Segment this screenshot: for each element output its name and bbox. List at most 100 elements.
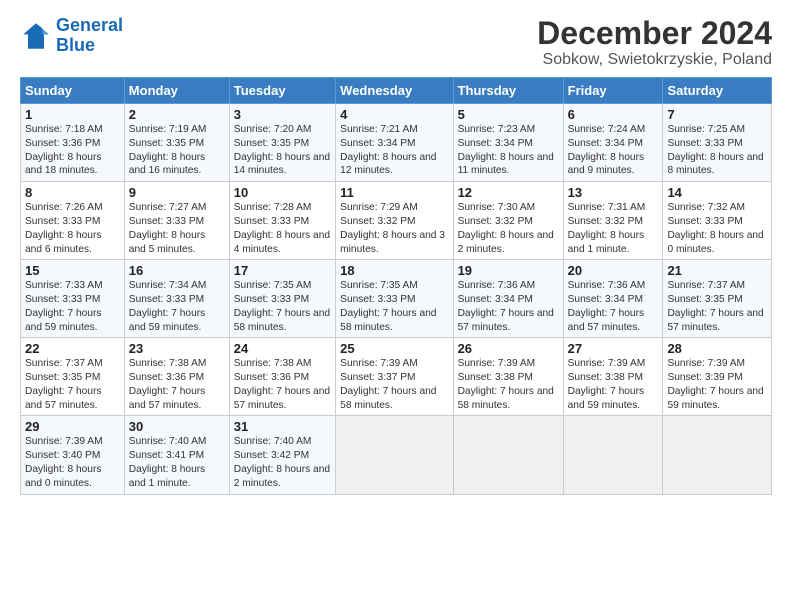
day-number: 24 — [234, 341, 331, 356]
weekday-header-wednesday: Wednesday — [336, 78, 453, 104]
day-number: 2 — [129, 107, 225, 122]
day-number: 6 — [568, 107, 659, 122]
logo-icon — [20, 20, 52, 52]
day-cell: 7Sunrise: 7:25 AM Sunset: 3:33 PM Daylig… — [663, 104, 772, 182]
day-cell: 9Sunrise: 7:27 AM Sunset: 3:33 PM Daylig… — [124, 182, 229, 260]
day-info: Sunrise: 7:29 AM Sunset: 3:32 PM Dayligh… — [340, 201, 448, 256]
day-number: 16 — [129, 263, 225, 278]
main-title: December 2024 — [537, 16, 772, 51]
day-number: 15 — [25, 263, 120, 278]
day-cell: 11Sunrise: 7:29 AM Sunset: 3:32 PM Dayli… — [336, 182, 453, 260]
day-cell: 2Sunrise: 7:19 AM Sunset: 3:35 PM Daylig… — [124, 104, 229, 182]
day-info: Sunrise: 7:31 AM Sunset: 3:32 PM Dayligh… — [568, 201, 659, 256]
day-info: Sunrise: 7:23 AM Sunset: 3:34 PM Dayligh… — [458, 123, 559, 178]
day-info: Sunrise: 7:39 AM Sunset: 3:38 PM Dayligh… — [458, 357, 559, 412]
logo: General Blue — [20, 16, 123, 56]
day-cell: 29Sunrise: 7:39 AM Sunset: 3:40 PM Dayli… — [21, 416, 125, 494]
day-number: 12 — [458, 185, 559, 200]
day-cell: 24Sunrise: 7:38 AM Sunset: 3:36 PM Dayli… — [229, 338, 335, 416]
day-number: 5 — [458, 107, 559, 122]
weekday-header-saturday: Saturday — [663, 78, 772, 104]
weekday-header-row: SundayMondayTuesdayWednesdayThursdayFrid… — [21, 78, 772, 104]
day-cell: 13Sunrise: 7:31 AM Sunset: 3:32 PM Dayli… — [563, 182, 663, 260]
day-info: Sunrise: 7:40 AM Sunset: 3:41 PM Dayligh… — [129, 435, 225, 490]
day-info: Sunrise: 7:36 AM Sunset: 3:34 PM Dayligh… — [458, 279, 559, 334]
day-info: Sunrise: 7:39 AM Sunset: 3:37 PM Dayligh… — [340, 357, 448, 412]
week-row-1: 1Sunrise: 7:18 AM Sunset: 3:36 PM Daylig… — [21, 104, 772, 182]
day-cell: 15Sunrise: 7:33 AM Sunset: 3:33 PM Dayli… — [21, 260, 125, 338]
day-cell: 20Sunrise: 7:36 AM Sunset: 3:34 PM Dayli… — [563, 260, 663, 338]
day-cell: 19Sunrise: 7:36 AM Sunset: 3:34 PM Dayli… — [453, 260, 563, 338]
day-cell: 5Sunrise: 7:23 AM Sunset: 3:34 PM Daylig… — [453, 104, 563, 182]
day-number: 30 — [129, 419, 225, 434]
day-number: 7 — [667, 107, 767, 122]
week-row-3: 15Sunrise: 7:33 AM Sunset: 3:33 PM Dayli… — [21, 260, 772, 338]
day-info: Sunrise: 7:35 AM Sunset: 3:33 PM Dayligh… — [340, 279, 448, 334]
day-cell — [453, 416, 563, 494]
day-cell: 4Sunrise: 7:21 AM Sunset: 3:34 PM Daylig… — [336, 104, 453, 182]
day-info: Sunrise: 7:35 AM Sunset: 3:33 PM Dayligh… — [234, 279, 331, 334]
day-info: Sunrise: 7:39 AM Sunset: 3:39 PM Dayligh… — [667, 357, 767, 412]
logo-blue: Blue — [56, 35, 95, 55]
day-info: Sunrise: 7:37 AM Sunset: 3:35 PM Dayligh… — [25, 357, 120, 412]
day-cell: 22Sunrise: 7:37 AM Sunset: 3:35 PM Dayli… — [21, 338, 125, 416]
day-info: Sunrise: 7:36 AM Sunset: 3:34 PM Dayligh… — [568, 279, 659, 334]
day-info: Sunrise: 7:27 AM Sunset: 3:33 PM Dayligh… — [129, 201, 225, 256]
day-cell — [563, 416, 663, 494]
calendar-table: SundayMondayTuesdayWednesdayThursdayFrid… — [20, 77, 772, 494]
day-info: Sunrise: 7:18 AM Sunset: 3:36 PM Dayligh… — [25, 123, 120, 178]
week-row-5: 29Sunrise: 7:39 AM Sunset: 3:40 PM Dayli… — [21, 416, 772, 494]
day-number: 9 — [129, 185, 225, 200]
day-cell: 12Sunrise: 7:30 AM Sunset: 3:32 PM Dayli… — [453, 182, 563, 260]
title-block: December 2024 Sobkow, Swietokrzyskie, Po… — [537, 16, 772, 69]
day-info: Sunrise: 7:30 AM Sunset: 3:32 PM Dayligh… — [458, 201, 559, 256]
day-cell: 25Sunrise: 7:39 AM Sunset: 3:37 PM Dayli… — [336, 338, 453, 416]
day-info: Sunrise: 7:25 AM Sunset: 3:33 PM Dayligh… — [667, 123, 767, 178]
day-info: Sunrise: 7:24 AM Sunset: 3:34 PM Dayligh… — [568, 123, 659, 178]
day-info: Sunrise: 7:21 AM Sunset: 3:34 PM Dayligh… — [340, 123, 448, 178]
day-cell: 23Sunrise: 7:38 AM Sunset: 3:36 PM Dayli… — [124, 338, 229, 416]
day-cell: 17Sunrise: 7:35 AM Sunset: 3:33 PM Dayli… — [229, 260, 335, 338]
day-number: 22 — [25, 341, 120, 356]
logo-text: General Blue — [56, 16, 123, 56]
day-info: Sunrise: 7:26 AM Sunset: 3:33 PM Dayligh… — [25, 201, 120, 256]
weekday-header-thursday: Thursday — [453, 78, 563, 104]
day-cell — [663, 416, 772, 494]
day-info: Sunrise: 7:28 AM Sunset: 3:33 PM Dayligh… — [234, 201, 331, 256]
weekday-header-tuesday: Tuesday — [229, 78, 335, 104]
day-info: Sunrise: 7:37 AM Sunset: 3:35 PM Dayligh… — [667, 279, 767, 334]
day-cell: 8Sunrise: 7:26 AM Sunset: 3:33 PM Daylig… — [21, 182, 125, 260]
day-number: 28 — [667, 341, 767, 356]
week-row-2: 8Sunrise: 7:26 AM Sunset: 3:33 PM Daylig… — [21, 182, 772, 260]
day-cell: 28Sunrise: 7:39 AM Sunset: 3:39 PM Dayli… — [663, 338, 772, 416]
header: General Blue December 2024 Sobkow, Swiet… — [20, 16, 772, 69]
day-number: 31 — [234, 419, 331, 434]
day-info: Sunrise: 7:20 AM Sunset: 3:35 PM Dayligh… — [234, 123, 331, 178]
day-number: 20 — [568, 263, 659, 278]
week-row-4: 22Sunrise: 7:37 AM Sunset: 3:35 PM Dayli… — [21, 338, 772, 416]
day-number: 1 — [25, 107, 120, 122]
day-number: 4 — [340, 107, 448, 122]
day-number: 18 — [340, 263, 448, 278]
day-cell: 18Sunrise: 7:35 AM Sunset: 3:33 PM Dayli… — [336, 260, 453, 338]
subtitle: Sobkow, Swietokrzyskie, Poland — [537, 51, 772, 69]
day-info: Sunrise: 7:34 AM Sunset: 3:33 PM Dayligh… — [129, 279, 225, 334]
day-info: Sunrise: 7:33 AM Sunset: 3:33 PM Dayligh… — [25, 279, 120, 334]
day-number: 14 — [667, 185, 767, 200]
day-number: 25 — [340, 341, 448, 356]
day-cell: 10Sunrise: 7:28 AM Sunset: 3:33 PM Dayli… — [229, 182, 335, 260]
day-number: 23 — [129, 341, 225, 356]
day-info: Sunrise: 7:38 AM Sunset: 3:36 PM Dayligh… — [234, 357, 331, 412]
day-number: 17 — [234, 263, 331, 278]
logo-general: General — [56, 15, 123, 35]
day-info: Sunrise: 7:19 AM Sunset: 3:35 PM Dayligh… — [129, 123, 225, 178]
day-cell: 30Sunrise: 7:40 AM Sunset: 3:41 PM Dayli… — [124, 416, 229, 494]
day-number: 8 — [25, 185, 120, 200]
day-cell: 1Sunrise: 7:18 AM Sunset: 3:36 PM Daylig… — [21, 104, 125, 182]
day-cell: 6Sunrise: 7:24 AM Sunset: 3:34 PM Daylig… — [563, 104, 663, 182]
day-cell: 27Sunrise: 7:39 AM Sunset: 3:38 PM Dayli… — [563, 338, 663, 416]
weekday-header-friday: Friday — [563, 78, 663, 104]
day-number: 11 — [340, 185, 448, 200]
day-number: 3 — [234, 107, 331, 122]
day-info: Sunrise: 7:40 AM Sunset: 3:42 PM Dayligh… — [234, 435, 331, 490]
